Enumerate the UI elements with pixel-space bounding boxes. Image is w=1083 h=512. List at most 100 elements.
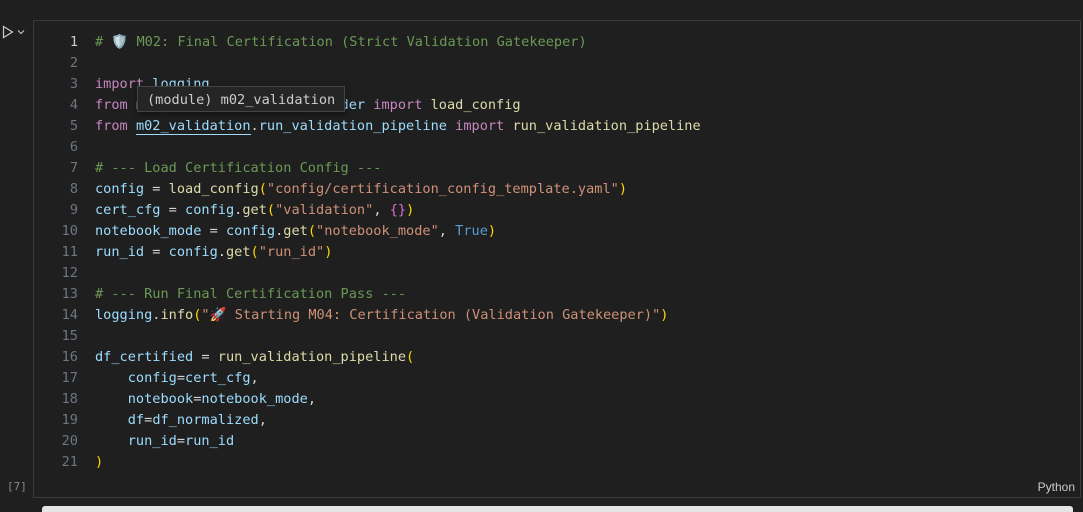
line-number: 20 (61, 433, 78, 449)
code-token: . (217, 244, 226, 260)
code-token: , (307, 391, 317, 407)
code-token: ( (266, 202, 276, 218)
code-token: import (373, 97, 423, 113)
code-token: True (455, 223, 488, 239)
code-token: config (225, 223, 276, 239)
language-selector[interactable]: Python (1038, 480, 1075, 494)
code-token: from (95, 118, 128, 134)
code-text[interactable]: # 🛡️ M02: Final Certification (Strict Va… (95, 32, 587, 53)
code-token: = (201, 223, 226, 239)
code-token: M02: Final Certification (Strict Validat… (128, 34, 587, 50)
line-number: 6 (69, 139, 78, 155)
code-token: ( (258, 181, 267, 197)
line-number: 7 (69, 160, 78, 176)
execution-count: [7] (7, 480, 27, 493)
code-text[interactable]: cert_cfg = config.get("validation", {}) (95, 200, 414, 221)
line-number: 4 (69, 97, 78, 113)
code-token: "notebook_mode" (316, 223, 439, 239)
code-token: logging (95, 307, 153, 323)
line-number: 19 (61, 412, 78, 428)
code-token: info (160, 307, 194, 323)
play-icon (2, 25, 14, 39)
code-token: run_id (185, 433, 235, 449)
code-token: cert_cfg (95, 202, 161, 218)
line-number: 10 (61, 223, 78, 239)
code-token: ) (324, 244, 333, 260)
code-token: # --- Load Certification Config --- (95, 160, 382, 176)
hover-tooltip: (module) m02_validation (137, 86, 346, 112)
code-token: load_config (168, 181, 259, 197)
line-number: 8 (69, 181, 78, 197)
code-text[interactable]: run_id = config.get("run_id") (95, 242, 332, 263)
code-token: ) (487, 223, 497, 239)
code-token: ( (406, 349, 415, 365)
line-number: 9 (69, 202, 78, 218)
next-cell-edge (42, 506, 1073, 512)
code-token: df (127, 412, 145, 428)
code-token: run_id (95, 244, 145, 260)
line-number: 13 (61, 286, 78, 302)
line-number: 2 (69, 55, 78, 71)
code-text[interactable]: config = load_config("config/certificati… (95, 179, 627, 200)
code-token: = (193, 349, 218, 365)
code-token: {} (389, 202, 407, 218)
cell-gutter: [7] (0, 0, 32, 510)
code-token: notebook (127, 391, 194, 407)
line-number: 12 (61, 265, 78, 281)
code-token: df_certified (95, 349, 194, 365)
code-token: config (185, 202, 235, 218)
code-text[interactable]: config=cert_cfg, (95, 368, 259, 389)
code-token: ( (250, 244, 259, 260)
code-text[interactable]: notebook=notebook_mode, (95, 389, 316, 410)
run-cell-button[interactable] (2, 24, 30, 40)
code-token: from (95, 97, 128, 113)
line-number: 14 (61, 307, 78, 323)
code-token: ( (307, 223, 317, 239)
code-token: get (225, 244, 251, 260)
code-token: run_id (127, 433, 177, 449)
code-token: = (144, 181, 169, 197)
code-token: ) (406, 202, 415, 218)
code-text[interactable]: logging.info("🚀 Starting M04: Certificat… (95, 305, 668, 326)
code-text[interactable]: df=df_normalized, (95, 410, 267, 431)
code-token: = (160, 202, 186, 218)
code-token: # --- Run Final Certification Pass --- (95, 286, 406, 302)
chevron-down-icon[interactable] (16, 27, 26, 37)
line-number: 21 (61, 454, 78, 470)
code-token: config (127, 370, 177, 386)
code-text[interactable]: from m02_validation.run_validation_pipel… (95, 116, 701, 137)
code-text[interactable]: # --- Load Certification Config --- (95, 158, 381, 179)
line-number: 11 (61, 244, 78, 260)
line-number: 15 (61, 328, 78, 344)
code-token: ) (95, 454, 104, 470)
code-token: load_config (430, 97, 521, 113)
code-token: , (438, 223, 456, 239)
line-number: 1 (69, 34, 78, 50)
code-token: = (176, 433, 186, 449)
code-text[interactable]: ) (95, 452, 103, 473)
code-token: "config/certification_config_template.ya… (266, 181, 619, 197)
line-number: 3 (69, 76, 78, 92)
code-text[interactable]: notebook_mode = config.get("notebook_mod… (95, 221, 496, 242)
line-number: 16 (61, 349, 78, 365)
code-text[interactable]: # --- Run Final Certification Pass --- (95, 284, 406, 305)
code-token: "run_id" (258, 244, 325, 260)
code-token: config (95, 181, 145, 197)
code-token: "🚀 Starting M04: Certification (Validati… (201, 307, 661, 323)
line-number: 17 (61, 370, 78, 386)
code-token: # (95, 34, 112, 50)
code-text[interactable]: df_certified = run_validation_pipeline( (95, 347, 414, 368)
code-token: . (250, 118, 259, 134)
code-text[interactable]: run_id=run_id (95, 431, 234, 452)
code-token: get (283, 223, 308, 239)
code-token: run_validation_pipeline (512, 118, 701, 134)
code-token: run_validation_pipeline (258, 118, 447, 134)
line-number: 5 (69, 118, 78, 134)
code-token: , (258, 412, 267, 428)
